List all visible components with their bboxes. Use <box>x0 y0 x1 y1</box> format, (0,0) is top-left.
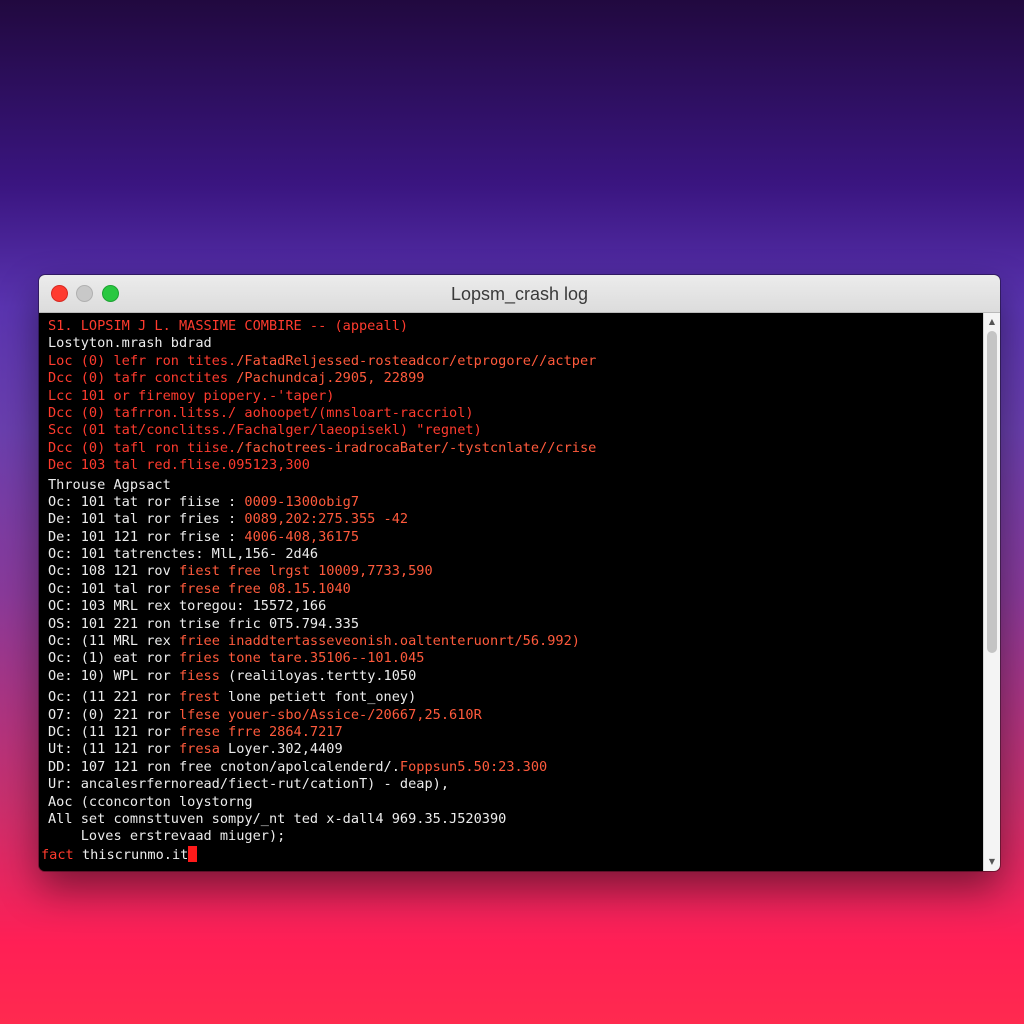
terminal-line: OC: 103 MRL rex toregou: 15572,166 <box>48 598 984 615</box>
terminal-line: Dcc (0) tafl ron tiise./fachotrees-iradr… <box>48 440 984 457</box>
terminal-text-segment: Oc: (11 MRL rex <box>48 633 179 650</box>
terminal-text-segment: friee inaddtertasseveonish.oaltenteruonr… <box>178 633 580 650</box>
terminal-line: S1. LOPSIM J L. MASSIME COMBIRE -- (appe… <box>48 318 984 335</box>
scroll-down-arrow-icon[interactable]: ▼ <box>984 855 1000 869</box>
terminal-line: De: 101 tal ror fries : 0089,202:275.355… <box>48 511 984 528</box>
terminal-line: Oc: (1) eat ror fries tone tare.35106--1… <box>48 650 984 667</box>
terminal-text-segment: 4006-408,36175 <box>244 528 359 545</box>
terminal-text-segment: Oc: (11 221 ror <box>48 689 179 706</box>
terminal-line: Oc: 101 tat ror fiise : 0009-1300obig7 <box>48 494 984 511</box>
terminal-text-segment: Scc (01 tat/conclitss./Fachalger/laeopis… <box>48 422 482 439</box>
terminal-text-segment: Loves erstrevaad miuger); <box>48 828 286 845</box>
terminal-line: Ur: ancalesrfernoread/fiect-rut/cationT)… <box>48 776 984 793</box>
scroll-up-arrow-icon[interactable]: ▲ <box>984 315 1000 329</box>
terminal-text-segment: Ur: ancalesrfernoread/fiect-rut/cationT)… <box>48 776 450 793</box>
command-prompt[interactable]: fact thiscrunmo.it <box>41 845 984 863</box>
terminal-line: Oc: 101 tatrenctes: MlL,156- 2d46 <box>48 546 984 563</box>
terminal-text-segment: Lostyton.mrash bdrad <box>48 335 212 352</box>
terminal-text-segment: Oe: 10) WPL ror <box>48 667 179 684</box>
terminal-text-segment: 0089,202:275.355 -42 <box>244 511 409 528</box>
terminal-text-segment: O7: (0) 221 ror <box>48 706 179 723</box>
terminal-line: Dcc (0) tafr conctites /Pachundcaj.2905,… <box>48 370 984 387</box>
terminal-line: Oe: 10) WPL ror fiess (realiloyas.tertty… <box>48 668 984 685</box>
terminal-text-segment: Oc: 101 tal ror <box>48 580 179 597</box>
terminal-text-segment: Oc: (1) eat ror <box>48 650 179 667</box>
title-bar[interactable]: Lopsm_crash log <box>39 275 1000 313</box>
window-title: Lopsm_crash log <box>450 284 589 304</box>
terminal-line: Aoc (cconcorton loystorng <box>48 794 984 811</box>
terminal-text-segment: /Pachundcaj.2905, 22899 <box>236 370 425 387</box>
prompt-prefix: fact <box>41 846 74 863</box>
terminal-line: Dcc (0) tafrron.litss./ aohoopet/(mnsloa… <box>48 405 984 422</box>
terminal-text-segment: Aoc (cconcorton loystorng <box>48 793 253 810</box>
terminal-text-segment: Oc: 108 121 rov <box>48 563 179 580</box>
terminal-text-segment: fresa <box>178 741 220 758</box>
terminal-line: All set comnsttuven sompy/_nt ted x-dall… <box>48 811 984 828</box>
terminal-text-segment: Oc: 101 tat ror fiise : <box>48 493 245 510</box>
terminal-text-segment: fiest free lrgst 10009,7733,590 <box>178 563 433 580</box>
terminal-line: Oc: 108 121 rov fiest free lrgst 10009,7… <box>48 563 984 580</box>
terminal-line: Loc (0) lefr ron tites./FatadReljessed-r… <box>48 353 984 370</box>
terminal-line: Lostyton.mrash bdrad <box>48 335 984 352</box>
terminal-line: DD: 107 121 ron free cnoton/apolcalender… <box>48 759 984 776</box>
terminal-line: Oc: (11 MRL rex friee inaddtertasseveoni… <box>48 633 984 650</box>
terminal-text-segment: /FatadReljessed-rosteadcor/etprogore//ac… <box>236 352 597 369</box>
terminal-text-segment: Dcc (0) tafrron.litss./ aohoopet/(mnsloa… <box>48 404 474 421</box>
terminal-text-segment: OS: 101 221 ron trise fric 0T5.794.335 <box>48 615 359 632</box>
vertical-scrollbar[interactable]: ▲ ▼ <box>983 313 1000 871</box>
terminal-line: Throuse Agpsact <box>48 477 984 494</box>
terminal-text-segment: Lcc 101 or firemoy piopery.-'taper) <box>48 387 335 404</box>
terminal-window: Lopsm_crash log S1. LOPSIM J L. MASSIME … <box>39 275 1000 871</box>
terminal-line: Ut: (11 121 ror fresa Loyer.302,4409 <box>48 741 984 758</box>
terminal-text-segment: (realiloyas.tertty.1050 <box>219 667 417 684</box>
terminal-text-segment: Loc (0) lefr ron tites. <box>48 352 237 369</box>
terminal-text-segment: frese frre 2864.7217 <box>178 723 343 740</box>
terminal-text-segment: Dec 103 tal red.flise.095123,300 <box>48 457 310 474</box>
terminal-text-segment: De: 101 tal ror fries : <box>48 511 245 528</box>
terminal-line: DC: (11 121 ror frese frre 2864.7217 <box>48 724 984 741</box>
terminal-text-segment: lone petiett font_oney) <box>219 689 417 706</box>
terminal-text-segment: Loyer.302,4409 <box>219 741 343 758</box>
terminal-line: Dec 103 tal red.flise.095123,300 <box>48 457 984 474</box>
terminal-text-segment: 0009-1300obig7 <box>244 493 359 510</box>
terminal-text-segment: lfese youer-sbo/Assice-/20667,25.610R <box>178 706 482 723</box>
terminal-line: Loves erstrevaad miuger); <box>48 828 984 845</box>
terminal-text-segment: S1. LOPSIM J L. MASSIME COMBIRE -- (appe… <box>48 318 409 334</box>
terminal-text-segment: DD: 107 121 ron free cnoton/apolcalender… <box>48 758 400 775</box>
terminal-line: De: 101 121 ror frise : 4006-408,36175 <box>48 529 984 546</box>
terminal-text-segment: /fachotrees-iradrocaBater/-tystcnlate//c… <box>236 439 597 456</box>
terminal-line: Oc: (11 221 ror frest lone petiett font_… <box>48 689 984 706</box>
command-input[interactable]: thiscrunmo.it <box>82 847 188 863</box>
scrollbar-thumb[interactable] <box>987 331 997 653</box>
terminal-text-segment: Ut: (11 121 ror <box>48 741 179 758</box>
terminal-text-segment: OC: 103 MRL rex toregou: 15572,166 <box>48 598 327 615</box>
terminal-text-segment: De: 101 121 ror frise : <box>48 528 245 545</box>
terminal-output[interactable]: S1. LOPSIM J L. MASSIME COMBIRE -- (appe… <box>39 313 984 871</box>
terminal-text-segment: DC: (11 121 ror <box>48 723 179 740</box>
terminal-text-segment: Dcc (0) tafl ron tiise. <box>48 439 237 456</box>
terminal-line: Scc (01 tat/conclitss./Fachalger/laeopis… <box>48 422 984 439</box>
terminal-text-segment: fiess <box>178 667 220 684</box>
terminal-text-segment: All set comnsttuven sompy/_nt ted x-dall… <box>48 810 507 827</box>
terminal-text-segment: Oc: 101 tatrenctes: MlL,156- 2d46 <box>48 546 319 563</box>
terminal-text-segment: Dcc (0) tafr conctites <box>48 370 237 387</box>
terminal-text-segment: Foppsun5.50:23.300 <box>399 758 548 775</box>
terminal-text-segment: frese free 08.15.1040 <box>178 580 351 597</box>
terminal-text-segment: Throuse Agpsact <box>48 476 171 493</box>
terminal-line: O7: (0) 221 ror lfese youer-sbo/Assice-/… <box>48 707 984 724</box>
terminal-line: OS: 101 221 ron trise fric 0T5.794.335 <box>48 616 984 633</box>
terminal-line: Lcc 101 or firemoy piopery.-'taper) <box>48 388 984 405</box>
terminal-text-segment: frest <box>178 689 220 706</box>
terminal-text-segment: fries tone tare.35106--101.045 <box>178 650 425 667</box>
terminal-line: Oc: 101 tal ror frese free 08.15.1040 <box>48 581 984 598</box>
text-cursor <box>188 845 198 862</box>
